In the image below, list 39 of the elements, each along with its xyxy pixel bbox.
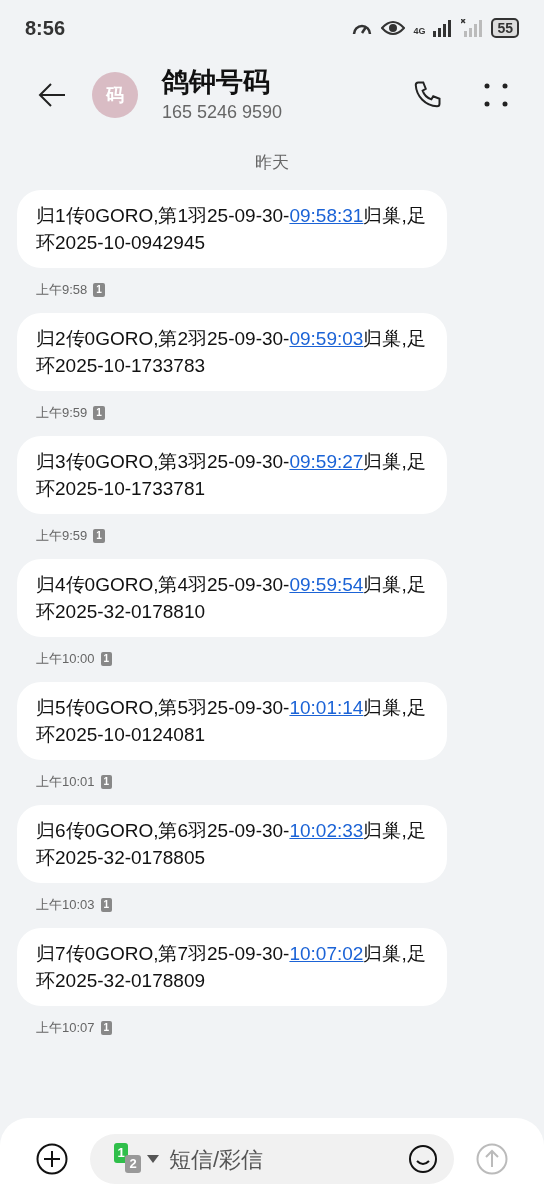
sim-badge: 1 <box>93 282 105 297</box>
battery-indicator: 55 <box>491 18 519 38</box>
network-label: 4G <box>413 25 426 39</box>
message-bubble: 归2传0GORO,第2羽25-09-30-09:59:03归巢,足环2025-10-1733783 <box>17 312 447 391</box>
message-field[interactable]: 1 2 短信/彩信 <box>90 1134 454 1184</box>
time-link[interactable]: 09:59:03 <box>289 327 364 349</box>
message-input[interactable]: 短信/彩信 <box>169 1142 408 1176</box>
message-time: 上午10:00 <box>36 649 95 668</box>
message-time: 上午10:07 <box>36 1018 95 1037</box>
sim-badge: 1 <box>100 774 113 789</box>
message-bubble: 归4传0GORO,第4羽25-09-30-09:59:54归巢,足环2025-32-0178810 <box>17 558 447 637</box>
message-bubble: 归6传0GORO,第6羽25-09-30-10:02:33归巢,足环2025-32-0178805 <box>17 804 447 883</box>
sim-badge: 1 <box>93 528 105 543</box>
time-link[interactable]: 10:07:02 <box>289 942 364 964</box>
message-bubble: 归5传0GORO,第5羽25-09-30-10:01:14归巢,足环2025-10-0124081 <box>17 681 447 760</box>
sim-two-badge: 2 <box>125 1155 141 1173</box>
time-link[interactable]: 09:59:27 <box>289 450 364 472</box>
message-time: 上午9:59 <box>36 403 88 422</box>
message-time: 上午10:03 <box>36 895 95 914</box>
sim-badge: 1 <box>100 651 113 666</box>
time-link[interactable]: 10:01:14 <box>289 696 364 718</box>
time-link[interactable]: 09:59:54 <box>289 573 364 595</box>
contact-name: 鸽钟号码 <box>162 66 271 99</box>
message-bubble: 归1传0GORO,第1羽25-09-30-09:58:31归巢,足环2025-10-0942945 <box>17 189 447 268</box>
message-time: 上午9:58 <box>36 280 88 299</box>
message-bubble: 归7传0GORO,第7羽25-09-30-10:07:02归巢,足环2025-32-0178809 <box>17 927 447 1006</box>
time-link[interactable]: 09:58:31 <box>289 204 364 226</box>
status-time: 8:56 <box>25 16 66 41</box>
contact-number: 165 5246 9590 <box>162 101 284 124</box>
message-bubble: 归3传0GORO,第3羽25-09-30-09:59:27归巢,足环2025-10-1733781 <box>17 435 447 514</box>
sim-one-badge: 1 <box>114 1143 128 1163</box>
message-time: 上午9:59 <box>36 526 88 545</box>
time-link[interactable]: 10:02:33 <box>289 819 364 841</box>
date-label: 昨天 <box>255 152 289 174</box>
sim-badge: 1 <box>93 405 105 420</box>
sim-badge: 1 <box>100 1020 113 1035</box>
contact-avatar: 码 <box>92 72 138 118</box>
sim-badge: 1 <box>100 897 113 912</box>
message-time: 上午10:01 <box>36 772 95 791</box>
